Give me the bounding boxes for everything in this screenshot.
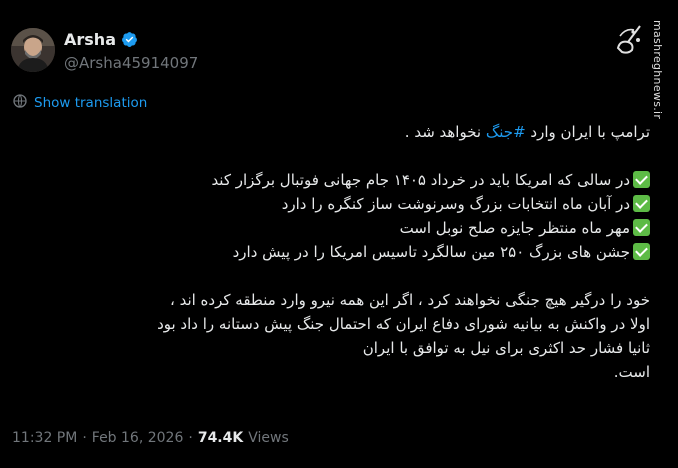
views-count: 74.4K bbox=[197, 430, 244, 446]
verified-badge-icon bbox=[121, 31, 138, 48]
paragraph-line: اولا در واکنش به بیانیه شورای دفاع ایران… bbox=[157, 315, 650, 333]
avatar[interactable] bbox=[11, 28, 55, 72]
tweet-headline: ترامپ با ایران وارد #جنگ نخواهد شد . bbox=[50, 120, 650, 144]
paragraph-line: ثانیا فشار حد اکثری برای نیل به توافق با… bbox=[362, 339, 650, 357]
paragraph-line: است. bbox=[613, 363, 650, 381]
paragraph-line: خود را درگیر هیچ جنگی نخواهند کرد ، اگر … bbox=[169, 291, 650, 309]
check-mark-icon bbox=[633, 219, 650, 236]
checklist-item-text: در سالی که امریکا باید در خرداد ۱۴۰۵ جام… bbox=[211, 171, 630, 189]
checklist-item: در سالی که امریکا باید در خرداد ۱۴۰۵ جام… bbox=[50, 168, 650, 192]
tweet-text: ترامپ با ایران وارد #جنگ نخواهد شد . در … bbox=[50, 120, 650, 384]
meta-separator: · bbox=[188, 430, 193, 446]
show-translation-label: Show translation bbox=[34, 95, 148, 111]
meta-separator: · bbox=[82, 430, 87, 446]
tweet-time[interactable]: 11:32 PM bbox=[12, 430, 77, 446]
checklist-item: مهر ماه منتظر جایزه صلح نوبل است bbox=[50, 216, 650, 240]
checklist-item: جشن های بزرگ ۲۵۰ مین سالگرد تاسیس امریکا… bbox=[50, 240, 650, 264]
tweet-date[interactable]: Feb 16, 2026 bbox=[92, 430, 184, 446]
author-handle[interactable]: @Arsha45914097 bbox=[64, 54, 198, 72]
translate-icon bbox=[12, 93, 28, 113]
checklist-item: در آبان ماه انتخابات بزرگ وسرنوشت ساز کن… bbox=[50, 192, 650, 216]
headline-text-end: نخواهد شد . bbox=[404, 123, 486, 141]
tweet-card: Arsha @Arsha45914097 Show translation تر… bbox=[0, 0, 678, 468]
checklist-item-text: مهر ماه منتظر جایزه صلح نوبل است bbox=[399, 219, 630, 237]
tweet-meta: 11:32 PM · Feb 16, 2026 · 74.4K Views bbox=[12, 430, 289, 446]
checklist-item-text: جشن های بزرگ ۲۵۰ مین سالگرد تاسیس امریکا… bbox=[232, 243, 630, 261]
author-name[interactable]: Arsha bbox=[64, 30, 116, 49]
views-label: Views bbox=[248, 430, 289, 446]
hashtag-link[interactable]: #جنگ bbox=[486, 123, 526, 141]
show-translation-button[interactable]: Show translation bbox=[12, 93, 147, 113]
watermark: mashreghnews.ir bbox=[610, 6, 670, 126]
check-mark-icon bbox=[633, 243, 650, 260]
check-mark-icon bbox=[633, 171, 650, 188]
check-mark-icon bbox=[633, 195, 650, 212]
author-row: Arsha bbox=[64, 30, 138, 49]
checklist-item-text: در آبان ماه انتخابات بزرگ وسرنوشت ساز کن… bbox=[281, 195, 630, 213]
watermark-site-text: mashreghnews.ir bbox=[651, 20, 664, 120]
mashregh-logo-icon bbox=[616, 25, 641, 54]
